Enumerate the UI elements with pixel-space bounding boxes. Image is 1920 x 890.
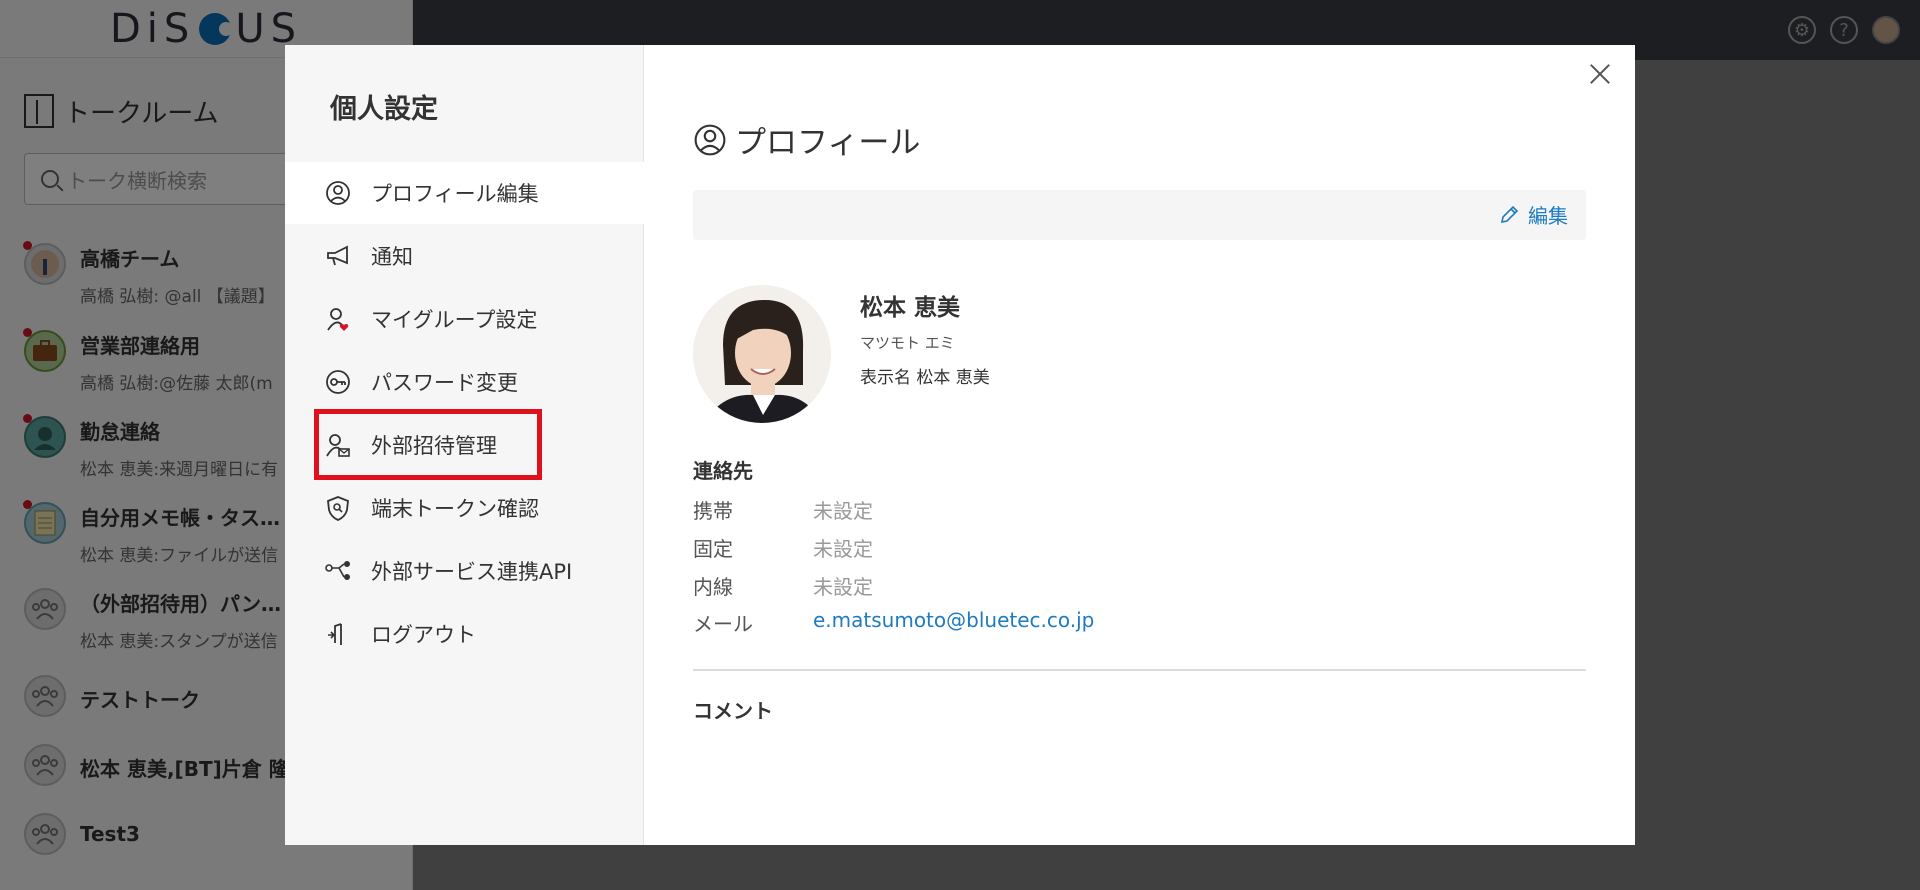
edit-button[interactable]: 編集: [1498, 200, 1568, 229]
contact-row: メール e.matsumoto@bluetec.co.jp: [693, 608, 1094, 637]
close-icon[interactable]: [1585, 59, 1615, 89]
display-name-label: 表示名: [860, 368, 911, 388]
edit-bar: 編集: [693, 190, 1586, 240]
nav-device-token[interactable]: 端末トークン確認: [285, 477, 644, 539]
api-nodes-icon: [325, 558, 351, 584]
contact-row: 内線 未設定: [693, 571, 873, 600]
megaphone-icon: [325, 243, 351, 269]
contact-value: 未設定: [813, 537, 873, 561]
section-title-label: プロフィール: [735, 125, 921, 161]
contact-value: 未設定: [813, 575, 873, 599]
nav-notification[interactable]: 通知: [285, 225, 644, 287]
nav-label: パスワード変更: [371, 371, 518, 395]
key-icon: [325, 369, 351, 395]
nav-label: プロフィール編集: [371, 182, 539, 206]
nav-label: 外部サービス連携API: [371, 560, 573, 584]
profile-display-name-row: 表示名 松本 恵美: [860, 363, 990, 388]
contact-row: 携帯 未設定: [693, 495, 873, 524]
profile-photo: [693, 285, 831, 423]
shield-icon: [325, 495, 351, 521]
nav-label: 通知: [371, 245, 413, 269]
user-circle-icon: [694, 124, 726, 155]
edit-label: 編集: [1528, 204, 1568, 228]
modal-title: 個人設定: [330, 94, 438, 125]
user-circle-icon: [325, 180, 351, 206]
personal-settings-modal: 個人設定 プロフィール編集 通知 マイグループ設定 パスワード変更 外部招待管理…: [285, 45, 1635, 845]
settings-nav: 個人設定 プロフィール編集 通知 マイグループ設定 パスワード変更 外部招待管理…: [285, 45, 644, 845]
email-link[interactable]: e.matsumoto@bluetec.co.jp: [813, 608, 1094, 637]
highlight-box: [314, 409, 542, 480]
profile-kana: マツモト エミ: [860, 334, 955, 352]
section-title: プロフィール: [693, 117, 920, 162]
divider: [693, 669, 1586, 671]
user-heart-icon: [325, 306, 351, 332]
profile-name-block: 松本 恵美 マツモト エミ 表示名 松本 恵美: [860, 288, 990, 388]
nav-logout[interactable]: ログアウト: [285, 603, 644, 665]
nav-profile-edit[interactable]: プロフィール編集: [285, 162, 644, 224]
nav-label: マイグループ設定: [371, 308, 538, 332]
profile-name: 松本 恵美: [860, 295, 961, 321]
profile-panel: プロフィール 編集 松本 恵美 マツモト エミ 表示名 松本 恵美 連絡先 携帯…: [644, 45, 1635, 845]
logout-icon: [325, 621, 351, 647]
nav-label: 端末トークン確認: [371, 497, 539, 521]
contact-label: 固定: [693, 537, 733, 561]
contact-label: メール: [693, 612, 753, 636]
comment-title: コメント: [693, 699, 773, 723]
nav-password[interactable]: パスワード変更: [285, 351, 644, 413]
nav-label: ログアウト: [371, 623, 476, 647]
contact-label: 携帯: [693, 499, 733, 523]
contact-row: 固定 未設定: [693, 533, 873, 562]
pencil-icon: [1500, 205, 1519, 223]
contact-label: 内線: [693, 575, 733, 599]
contact-title: 連絡先: [693, 459, 753, 483]
contact-value: 未設定: [813, 499, 873, 523]
nav-external-api[interactable]: 外部サービス連携API: [285, 540, 644, 602]
nav-my-group[interactable]: マイグループ設定: [285, 288, 644, 350]
display-name-value: 松本 恵美: [916, 368, 990, 388]
